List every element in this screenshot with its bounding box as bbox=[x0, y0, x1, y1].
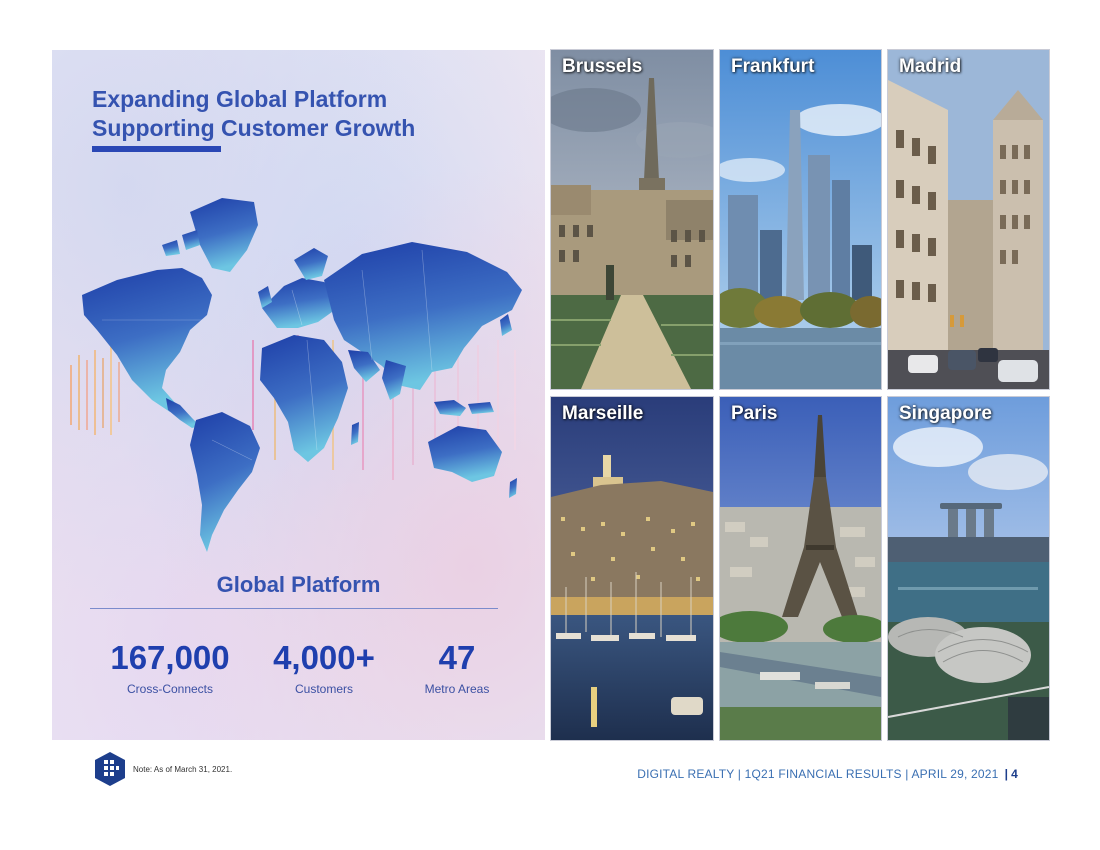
madrid-photo bbox=[888, 50, 1049, 389]
stat-label: Metro Areas bbox=[424, 682, 490, 696]
city-name: Paris bbox=[731, 403, 778, 424]
footer-separator: | bbox=[1004, 767, 1009, 781]
stat-customers: 4,000+ Customers bbox=[259, 638, 389, 696]
city-name: Frankfurt bbox=[731, 56, 815, 77]
stat-value: 167,000 bbox=[110, 639, 230, 676]
global-platform-title: Global Platform bbox=[216, 572, 381, 597]
stat-cross-connects: 167,000 Cross-Connects bbox=[100, 638, 240, 696]
city-name: Brussels bbox=[562, 56, 643, 77]
world-map-illustration bbox=[70, 198, 522, 552]
city-name: Singapore bbox=[899, 403, 992, 424]
city-tile-frankfurt: Frankfurt bbox=[719, 49, 882, 390]
city-tile-marseille: Marseille bbox=[550, 396, 714, 741]
global-platform-panel: Expanding Global Platform Supporting Cus… bbox=[52, 50, 545, 740]
stat-value: 47 bbox=[438, 639, 476, 676]
city-tile-madrid: Madrid bbox=[887, 49, 1050, 390]
city-tile-brussels: Brussels bbox=[550, 49, 714, 390]
stat-label: Cross-Connects bbox=[126, 682, 214, 696]
page-footer: DIGITAL REALTY | 1Q21 FINANCIAL RESULTS … bbox=[637, 767, 1018, 781]
paris-photo bbox=[720, 397, 881, 740]
city-name: Marseille bbox=[562, 403, 644, 424]
slide-headline: Expanding Global Platform Supporting Cus… bbox=[92, 85, 415, 143]
headline-line-2: Supporting Customer Growth bbox=[92, 115, 416, 141]
headline-line-1: Expanding Global Platform bbox=[92, 86, 388, 112]
footnote: Note: As of March 31, 2021. bbox=[133, 765, 233, 774]
brussels-photo bbox=[551, 50, 713, 389]
stat-label: Customers bbox=[294, 682, 353, 696]
digital-realty-logo-icon bbox=[95, 752, 125, 786]
city-name: Madrid bbox=[899, 56, 962, 77]
marseille-photo bbox=[551, 397, 713, 740]
stat-value: 4,000+ bbox=[273, 639, 375, 676]
platform-divider bbox=[90, 608, 498, 609]
headline-underline bbox=[92, 146, 221, 152]
city-tile-singapore: Singapore bbox=[887, 396, 1050, 741]
page-number: 4 bbox=[1011, 767, 1018, 781]
stat-metro-areas: 47 Metro Areas bbox=[402, 638, 512, 696]
city-tile-paris: Paris bbox=[719, 396, 882, 741]
footer-text: DIGITAL REALTY | 1Q21 FINANCIAL RESULTS … bbox=[637, 767, 999, 781]
singapore-photo bbox=[888, 397, 1049, 740]
frankfurt-photo bbox=[720, 50, 881, 389]
continents bbox=[82, 198, 522, 552]
